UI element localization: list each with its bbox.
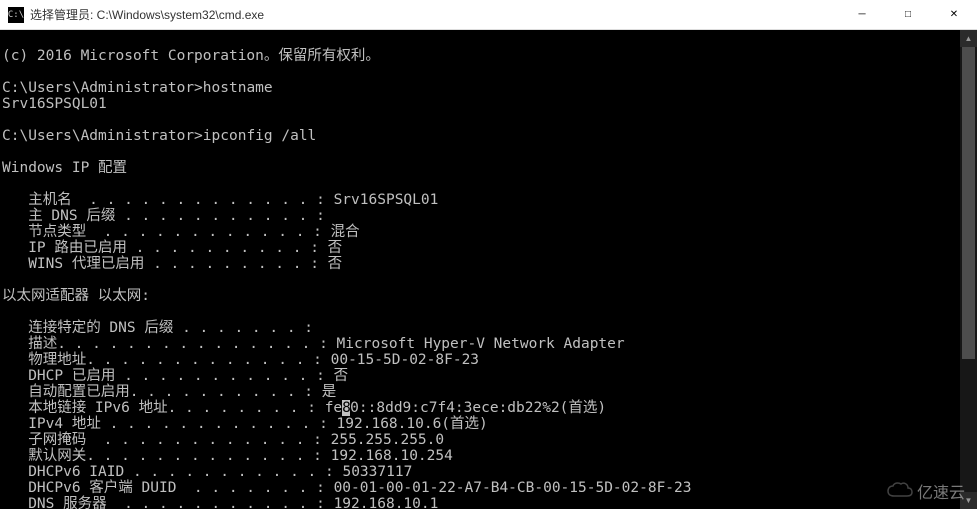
minimize-button[interactable]: ─ [839,0,885,29]
host-line: 主机名 . . . . . . . . . . . . . : Srv16SPS… [2,192,438,208]
adapter-line: 描述. . . . . . . . . . . . . . . : Micros… [2,336,625,352]
scroll-up-button[interactable]: ▲ [960,30,977,47]
scrollbar-track[interactable] [960,47,977,492]
adapter-line: DHCPv6 IAID . . . . . . . . . . . : 5033… [2,464,412,480]
host-line: WINS 代理已启用 . . . . . . . . . : 否 [2,256,342,272]
window-controls: ─ □ ✕ [839,0,977,29]
cmd-icon: C:\ [8,7,24,23]
window-title: 选择管理员: C:\Windows\system32\cmd.exe [30,6,839,23]
vertical-scrollbar[interactable]: ▲ ▼ [960,30,977,509]
maximize-button[interactable]: □ [885,0,931,29]
adapter-line: 本地链接 IPv6 地址. . . . . . . . : fe [2,400,342,416]
adapter-line: DHCP 已启用 . . . . . . . . . . . : 否 [2,368,348,384]
close-button[interactable]: ✕ [931,0,977,29]
command-hostname: hostname [203,80,273,96]
adapter-line: 物理地址. . . . . . . . . . . . . : 00-15-5D… [2,352,479,368]
host-line: 主 DNS 后缀 . . . . . . . . . . . : [2,208,325,224]
adapter-line: IPv4 地址 . . . . . . . . . . . . : 192.16… [2,416,488,432]
adapter-line: 自动配置已启用. . . . . . . . . . : 是 [2,384,336,400]
hostname-output: Srv16SPSQL01 [2,96,107,112]
adapter-line: DNS 服务器 . . . . . . . . . . . : 192.168.… [2,496,438,509]
adapter-line: 连接特定的 DNS 后缀 . . . . . . . : [2,320,313,336]
prompt: C:\Users\Administrator> [2,80,203,96]
adapter-line-cont: 0::8dd9:c7f4:3ece:db22%2(首选) [350,400,606,416]
host-line: IP 路由已启用 . . . . . . . . . . : 否 [2,240,342,256]
command-ipconfig: ipconfig /all [203,128,317,144]
scroll-down-button[interactable]: ▼ [960,492,977,509]
scrollbar-thumb[interactable] [962,47,975,359]
adapter-line: 默认网关. . . . . . . . . . . . . : 192.168.… [2,448,453,464]
ipconfig-header: Windows IP 配置 [2,160,127,176]
adapter-line: 子网掩码 . . . . . . . . . . . . : 255.255.2… [2,432,444,448]
text-cursor: 8 [342,400,350,416]
adapter-header: 以太网适配器 以太网: [2,288,150,304]
prompt: C:\Users\Administrator> [2,128,203,144]
window-titlebar: C:\ 选择管理员: C:\Windows\system32\cmd.exe ─… [0,0,977,30]
adapter-line: DHCPv6 客户端 DUID . . . . . . . : 00-01-00… [2,480,692,496]
terminal-output[interactable]: (c) 2016 Microsoft Corporation。保留所有权利。 C… [0,30,977,509]
host-line: 节点类型 . . . . . . . . . . . . : 混合 [2,224,360,240]
copyright-line: (c) 2016 Microsoft Corporation。保留所有权利。 [2,48,380,64]
